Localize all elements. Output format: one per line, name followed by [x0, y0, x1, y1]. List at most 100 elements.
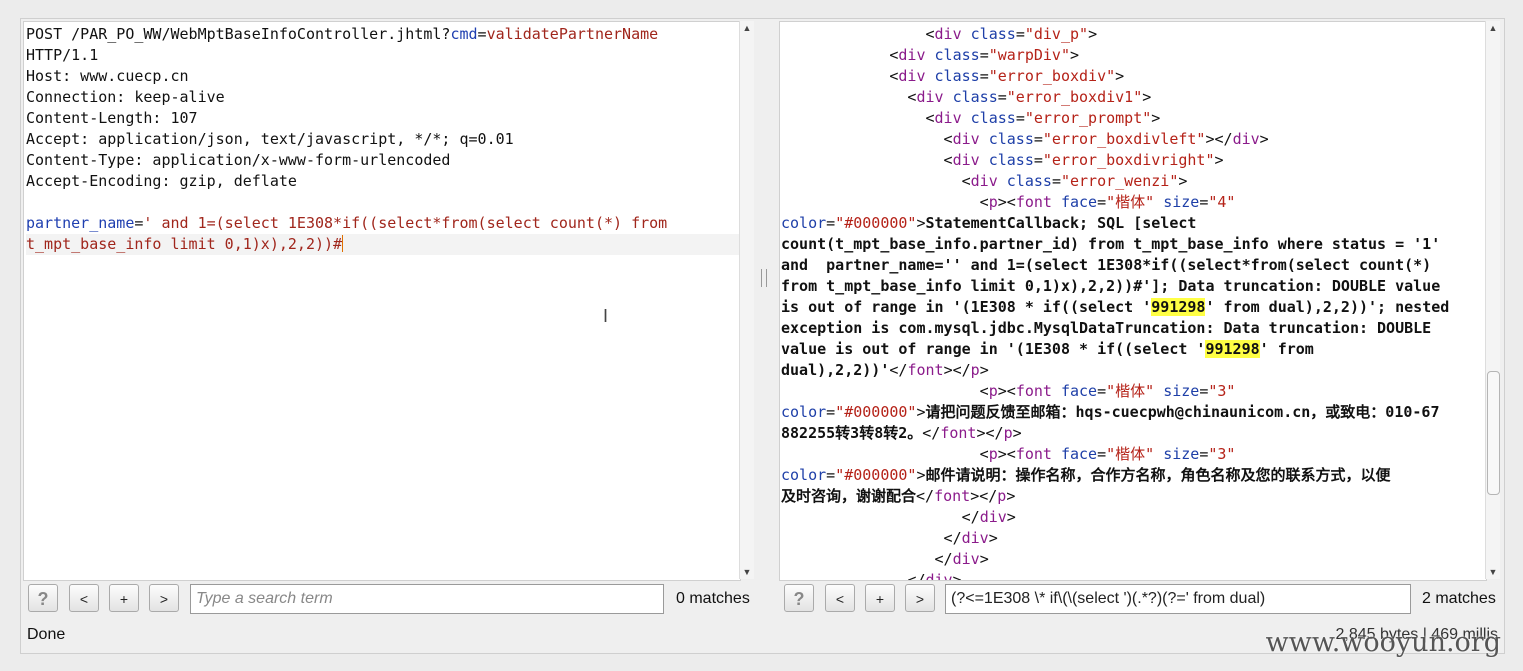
response-code-line: </div>	[781, 570, 1449, 581]
response-code-line: <div class="error_boxdiv">	[781, 66, 1449, 87]
request-editor[interactable]: POST /PAR_PO_WW/WebMptBaseInfoController…	[26, 24, 740, 255]
pane-splitter-handle[interactable]	[761, 269, 767, 287]
request-code-line: Host: www.cuecp.cn	[26, 66, 740, 87]
response-code-token: ><	[997, 445, 1016, 463]
response-code-token: div	[916, 88, 944, 106]
response-code-token: face	[1060, 445, 1098, 463]
text-caret	[342, 235, 344, 252]
response-code-line: </div>	[781, 507, 1449, 528]
response-code-token: >	[916, 214, 926, 232]
response-viewer[interactable]: <div class="div_p"> <div class="warpDiv"…	[781, 24, 1449, 581]
response-code-token: class	[934, 67, 980, 85]
response-code-token: </	[922, 424, 941, 442]
response-code-token: =	[979, 67, 989, 85]
scroll-down-icon[interactable]: ▼	[740, 565, 754, 579]
response-code-line: color="#000000">请把问题反馈至邮箱：hqs-cuecpwh@ch…	[781, 402, 1449, 423]
response-add-button[interactable]: +	[865, 584, 895, 612]
request-next-match-button[interactable]: >	[149, 584, 179, 612]
response-code-token: "楷体"	[1106, 445, 1155, 463]
response-help-button[interactable]: ?	[784, 584, 814, 612]
status-text: Done	[27, 626, 66, 643]
request-add-button[interactable]: +	[109, 584, 139, 612]
request-scrollbar[interactable]: ▲ ▼	[739, 21, 754, 579]
response-code-token: face	[1060, 382, 1098, 400]
request-code-token: t_mpt_base_info limit 0,1)x),2,2))#	[26, 235, 343, 253]
request-match-count: 0 matches	[676, 590, 750, 607]
request-code-token: Content-Type: application/x-www-form-url…	[26, 151, 451, 169]
scroll-up-icon[interactable]: ▲	[740, 21, 754, 35]
response-code-token: 邮件请说明：操作名称，合作方名称，角色名称及您的联系方式，以便	[925, 466, 1391, 484]
response-code-token: color	[781, 214, 827, 232]
response-code-line: color="#000000">StatementCallback; SQL […	[781, 213, 1449, 234]
response-code-token: div	[979, 508, 1007, 526]
scroll-down-icon[interactable]: ▼	[1486, 565, 1500, 579]
response-code-token: "楷体"	[1106, 193, 1155, 211]
response-code-token	[1052, 193, 1061, 211]
request-help-button[interactable]: ?	[28, 584, 58, 612]
response-code-token: <	[781, 130, 953, 148]
response-pane[interactable]: <div class="div_p"> <div class="warpDiv"…	[779, 21, 1487, 581]
response-code-token: >	[1259, 130, 1269, 148]
response-code-token: size	[1163, 445, 1200, 463]
request-search-input[interactable]	[190, 584, 664, 614]
response-code-token: "div_p"	[1024, 25, 1089, 43]
response-code-token: >	[1070, 46, 1080, 64]
scroll-up-icon[interactable]: ▲	[1486, 21, 1500, 35]
response-code-token: div	[898, 67, 926, 85]
response-code-token: class	[988, 130, 1034, 148]
request-prev-match-button[interactable]: <	[69, 584, 99, 612]
response-code-line: <div class="error_boxdiv1">	[781, 87, 1449, 108]
response-code-token: "error_boxdivleft"	[1042, 130, 1206, 148]
response-code-token: <	[781, 88, 917, 106]
request-code-line: Connection: keep-alive	[26, 87, 740, 108]
response-code-token: </	[781, 529, 962, 547]
response-code-line: <p><font face="楷体" size="3"	[781, 444, 1449, 465]
response-code-token: =	[1033, 151, 1043, 169]
response-code-line: </div>	[781, 549, 1449, 570]
response-code-token: div	[898, 46, 926, 64]
response-code-line: 882255转3转8转2。</font></p>	[781, 423, 1449, 444]
response-next-match-button[interactable]: >	[905, 584, 935, 612]
response-match-count: 2 matches	[1422, 590, 1496, 607]
response-code-token: color	[781, 403, 827, 421]
response-code-token: ><	[997, 382, 1016, 400]
response-code-token: >	[1088, 25, 1098, 43]
request-code-line: POST /PAR_PO_WW/WebMptBaseInfoController…	[26, 24, 740, 45]
response-scroll-thumb[interactable]	[1487, 371, 1500, 495]
response-code-token: <	[781, 151, 953, 169]
response-code-token: <	[781, 67, 899, 85]
response-code-token: ></	[976, 424, 1004, 442]
response-code-token: from t_mpt_base_info limit 0,1)x),2,2))#…	[781, 277, 1441, 295]
response-code-token: div	[934, 109, 962, 127]
response-code-token: </	[781, 550, 953, 568]
response-code-token	[926, 46, 935, 64]
response-code-token: div	[952, 130, 980, 148]
response-code-token: =	[1097, 193, 1107, 211]
request-code-token: POST /PAR_PO_WW/WebMptBaseInfoController…	[26, 25, 451, 43]
http-message-editor-window: POST /PAR_PO_WW/WebMptBaseInfoController…	[20, 18, 1505, 654]
response-code-token: "4"	[1208, 193, 1236, 211]
response-code-token	[1154, 193, 1163, 211]
response-scrollbar[interactable]: ▲ ▼	[1485, 21, 1500, 579]
request-pane[interactable]: POST /PAR_PO_WW/WebMptBaseInfoController…	[23, 21, 741, 581]
response-code-token: "error_prompt"	[1024, 109, 1152, 127]
response-code-token: p	[988, 382, 998, 400]
response-code-token: =	[1097, 382, 1107, 400]
response-code-line: <div class="error_boxdivright">	[781, 150, 1449, 171]
response-code-token: </	[916, 487, 935, 505]
response-code-token: =	[979, 46, 989, 64]
response-code-token: div	[970, 172, 998, 190]
response-code-token: <	[781, 382, 989, 400]
response-code-token: >	[1178, 172, 1188, 190]
response-prev-match-button[interactable]: <	[825, 584, 855, 612]
response-code-token: <	[781, 109, 935, 127]
response-code-token: class	[988, 151, 1034, 169]
response-code-token: 请把问题反馈至邮箱：hqs-cuecpwh@chinaunicom.cn，或致电…	[925, 403, 1440, 421]
response-search-input[interactable]	[945, 584, 1411, 614]
response-code-token: value is out of range in '(1E308 * if((s…	[781, 340, 1206, 358]
response-code-token: div	[925, 571, 953, 581]
response-code-token: StatementCallback; SQL [select	[925, 214, 1197, 232]
response-code-token: font	[934, 487, 971, 505]
response-code-token	[998, 172, 1007, 190]
request-code-line: Content-Length: 107	[26, 108, 740, 129]
